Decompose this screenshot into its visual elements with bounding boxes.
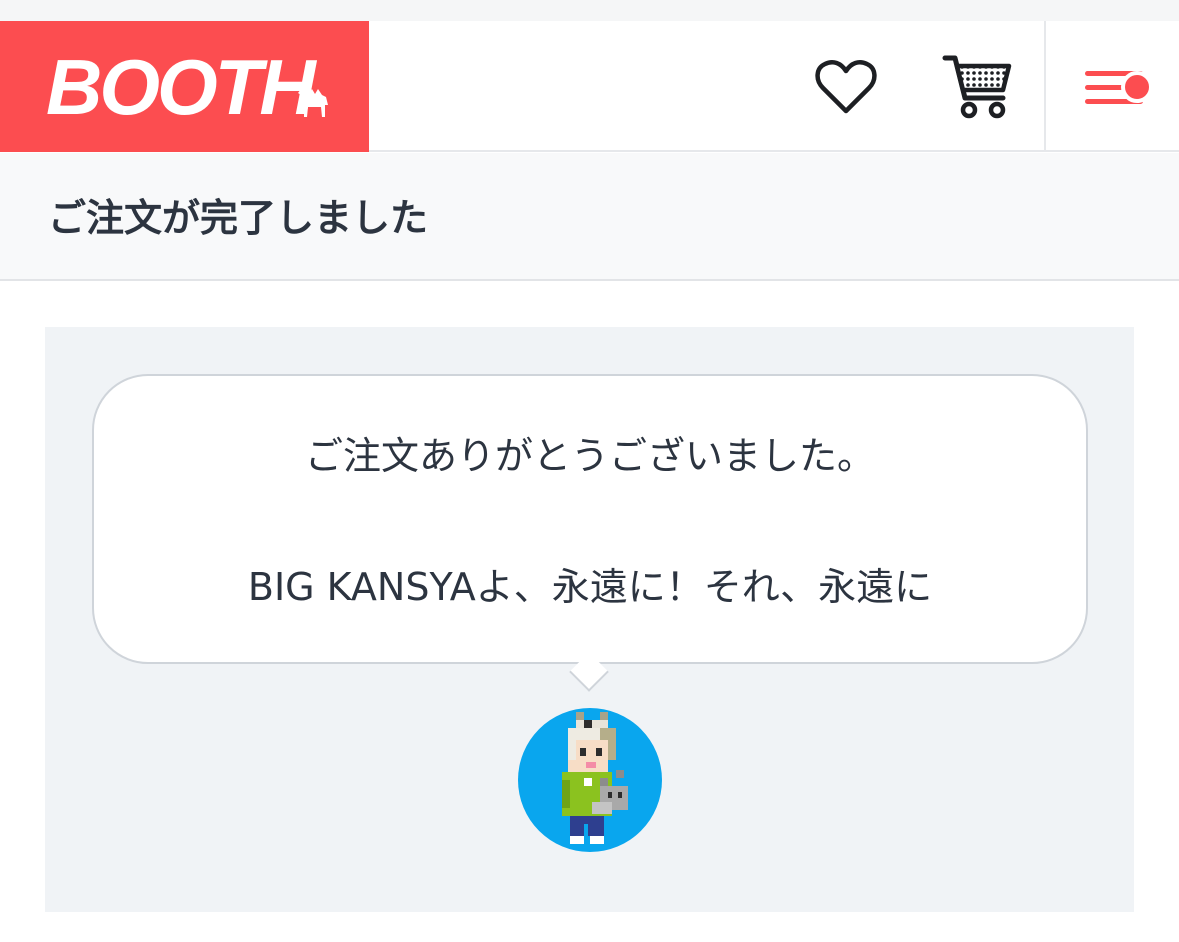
seller-message: BIG KANSYAよ、永遠に！それ、永遠に (247, 565, 933, 609)
site-header: BOOTH (0, 21, 1179, 152)
thanks-message: ご注文ありがとうございました。 (304, 434, 875, 478)
favorites-button[interactable] (812, 53, 880, 121)
page-title-bar: ご注文が完了しました (0, 153, 1179, 281)
page-title: ご注文が完了しました (48, 196, 429, 240)
heart-icon (815, 60, 877, 114)
camel-icon (298, 89, 328, 117)
seller-avatar[interactable] (518, 708, 662, 852)
message-bubble: ご注文ありがとうございました。 BIG KANSYAよ、永遠に！それ、永遠に (92, 374, 1088, 664)
cart-button[interactable] (940, 51, 1014, 123)
top-strip (0, 0, 1179, 21)
header-divider (1044, 21, 1046, 152)
pixel-character-avatar (562, 712, 628, 844)
notification-badge (1121, 71, 1153, 103)
thanks-panel: ご注文ありがとうございました。 BIG KANSYAよ、永遠に！それ、永遠に (45, 327, 1134, 912)
cart-icon (942, 55, 1012, 119)
logo-text: BOOTH (46, 42, 316, 131)
booth-logo[interactable]: BOOTH (0, 21, 369, 152)
